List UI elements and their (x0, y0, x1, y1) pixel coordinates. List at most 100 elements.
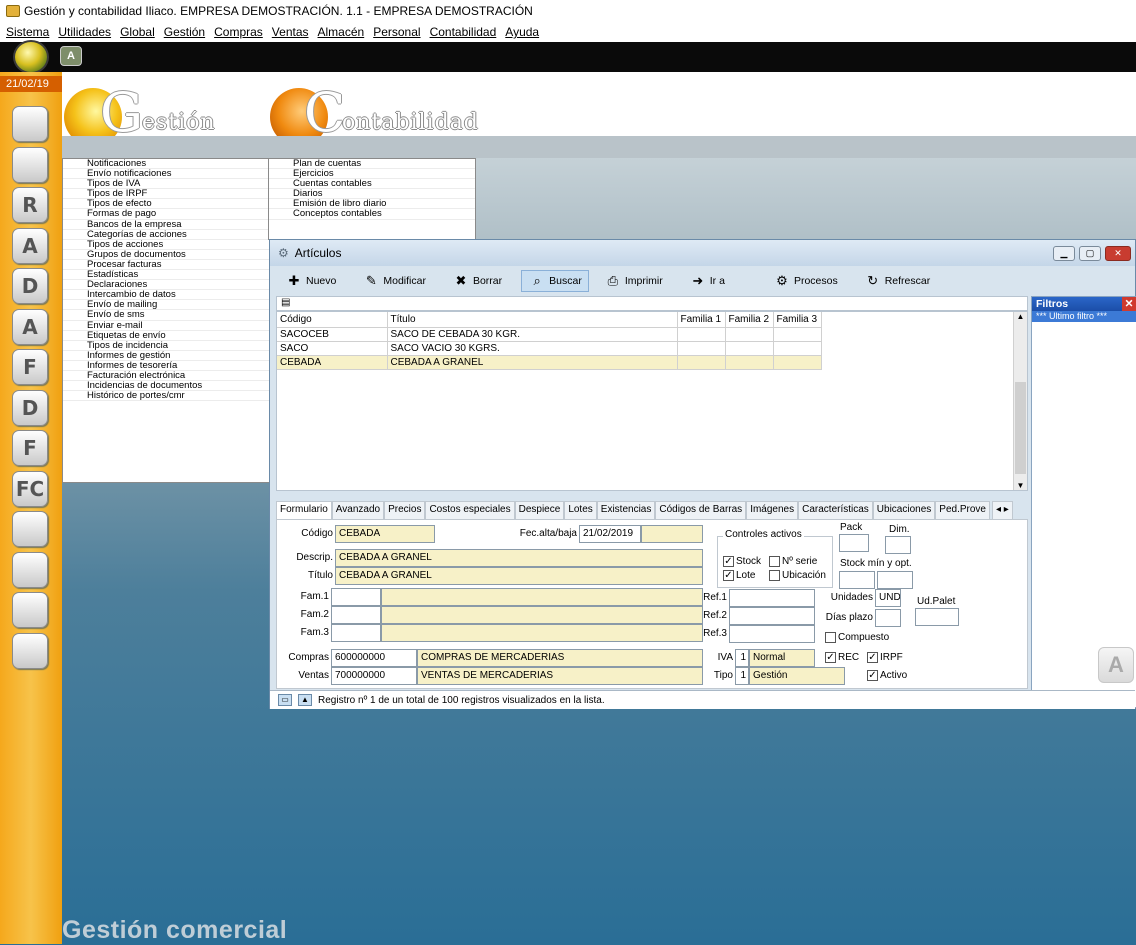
gestion-menu-item[interactable]: Envío notificaciones (63, 169, 269, 180)
doc-d-icon[interactable]: D (12, 268, 48, 304)
ref1-field[interactable] (729, 589, 815, 607)
table-row[interactable]: CEBADA CEBADA A GRANEL (277, 355, 822, 370)
descrip-field[interactable]: CEBADA A GRANEL (335, 549, 703, 567)
tabs-scroll-arrows[interactable]: ◂ ▸ (991, 501, 1013, 519)
ref2-field[interactable] (729, 607, 815, 625)
filtros-last-filter-item[interactable]: *** Ultimo filtro *** (1032, 311, 1136, 322)
quick-access-icon[interactable]: A (60, 46, 82, 66)
close-button[interactable]: ✕ (1105, 246, 1131, 261)
fam2-desc-field[interactable] (381, 606, 703, 624)
minimize-button[interactable]: ▁ (1053, 246, 1075, 261)
grid-header-2[interactable]: Familia 1 (677, 312, 726, 328)
gestion-menu-item[interactable]: Notificaciones (63, 159, 269, 170)
pack-field[interactable] (839, 534, 869, 552)
tab-ped-prove[interactable]: Ped.Prove (935, 501, 990, 519)
home-ball-icon[interactable] (13, 40, 49, 74)
tab-caracteristicas[interactable]: Características (798, 501, 873, 519)
titulo-field[interactable]: CEBADA A GRANEL (335, 567, 703, 585)
gestion-menu-item[interactable]: Informes de gestión (63, 351, 269, 361)
buscar-button[interactable]: ⌕ Buscar (521, 270, 589, 292)
lote-checkbox[interactable]: ✓ Lote (723, 570, 755, 581)
nuevo-button[interactable]: ✚ Nuevo (278, 270, 343, 292)
filtros-close-icon[interactable]: ✕ (1122, 297, 1136, 311)
fam2-code-field[interactable] (331, 606, 381, 624)
gestion-menu-item[interactable]: Tipos de acciones (63, 240, 269, 250)
ventas-cta-field[interactable]: 700000000 (331, 667, 417, 685)
fam1-code-field[interactable] (331, 588, 381, 606)
gestion-menu-item[interactable]: Etiquetas de envío (63, 331, 269, 341)
gestion-menu-item[interactable]: Declaraciones (63, 280, 269, 291)
grid-header-0[interactable]: Código (277, 312, 388, 328)
doc-f-icon[interactable]: F (12, 349, 48, 385)
gestion-menu-item[interactable]: Intercambio de datos (63, 290, 269, 301)
rec-checkbox[interactable]: ✓ REC (825, 652, 859, 663)
gestion-menu-item[interactable]: Enviar e-mail (63, 321, 269, 331)
grid-vertical-scrollbar[interactable]: ▲ ▼ (1013, 312, 1027, 490)
gestion-menu-item[interactable]: Tipos de incidencia (63, 341, 269, 351)
nserie-checkbox[interactable]: Nº serie (769, 556, 817, 567)
menu-contabilidad[interactable]: Contabilidad (430, 25, 497, 39)
imprimir-button[interactable]: ⎙ Imprimir (597, 270, 670, 292)
doc-fc-icon[interactable]: FC (12, 470, 48, 507)
contabilidad-menu-item[interactable]: Cuentas contables (269, 179, 475, 190)
iva-code-field[interactable]: 1 (735, 649, 749, 667)
menu-sistema[interactable]: Sistema (6, 25, 49, 39)
tab-precios[interactable]: Precios (384, 501, 426, 519)
doc-a-icon[interactable]: A (12, 308, 48, 345)
mail-icon[interactable] (12, 632, 48, 669)
menu-global[interactable]: Global (120, 25, 155, 39)
fam3-desc-field[interactable] (381, 624, 703, 642)
menu-personal[interactable]: Personal (373, 25, 420, 39)
fam1-desc-field[interactable] (381, 588, 703, 606)
menu-compras[interactable]: Compras (214, 25, 263, 39)
gestion-menu-item[interactable]: Bancos de la empresa (63, 220, 269, 230)
tab-imagenes[interactable]: Imágenes (746, 501, 799, 519)
stock-checkbox[interactable]: ✓ Stock (723, 556, 761, 567)
menu-ayuda[interactable]: Ayuda (505, 25, 539, 39)
ir-a-button[interactable]: ➜ Ir a (682, 270, 732, 292)
gestion-menu-item[interactable]: Tipos de IRPF (63, 189, 269, 200)
menu-almacen[interactable]: Almacén (318, 25, 365, 39)
fec-alta-field[interactable]: 21/02/2019 (579, 525, 641, 543)
gestion-menu-item[interactable]: Grupos de documentos (63, 250, 269, 260)
fec-baja-field[interactable] (641, 525, 703, 543)
user-a-icon[interactable]: A (12, 227, 48, 264)
codigo-field[interactable]: CEBADA (335, 525, 435, 543)
activo-checkbox[interactable]: ✓ Activo (867, 670, 907, 681)
users-icon[interactable] (12, 106, 48, 142)
compras-desc-field[interactable]: COMPRAS DE MERCADERIAS (417, 649, 703, 667)
gestion-menu-item[interactable]: Incidencias de documentos (63, 381, 269, 392)
grid-filter-row[interactable]: ▤ (276, 296, 1028, 311)
ubicacion-checkbox[interactable]: Ubicación (769, 570, 826, 581)
contabilidad-menu-item[interactable]: Emisión de libro diario (269, 199, 475, 210)
tab-avanzado[interactable]: Avanzado (331, 501, 385, 519)
doc-d2-icon[interactable]: D (12, 389, 48, 426)
tab-ubicaciones[interactable]: Ubicaciones (872, 501, 936, 519)
table-row[interactable]: SACO SACO VACIO 30 KGRS. (277, 341, 822, 356)
gestion-menu-item[interactable]: Facturación electrónica (63, 371, 269, 382)
modificar-button[interactable]: ✎ Modificar (355, 270, 433, 292)
tab-existencias[interactable]: Existencias (596, 501, 656, 519)
tab-despiece[interactable]: Despiece (514, 501, 565, 519)
iva-desc-field[interactable]: Normal (749, 649, 815, 667)
menu-ventas[interactable]: Ventas (272, 25, 309, 39)
gestion-menu-item[interactable]: Tipos de efecto (63, 199, 269, 210)
scroll-down-icon[interactable]: ▼ (1014, 481, 1027, 490)
tab-lotes[interactable]: Lotes (564, 501, 597, 519)
unidades-field[interactable]: UND (875, 589, 901, 607)
grid-header-1[interactable]: Título (387, 312, 678, 328)
tab-formulario[interactable]: Formulario (276, 501, 332, 519)
table-row[interactable]: SACOCEB SACO DE CEBADA 30 KGR. (277, 327, 822, 342)
menu-utilidades[interactable]: Utilidades (58, 25, 111, 39)
bag-icon[interactable] (12, 511, 48, 547)
procesos-button[interactable]: ⚙ Procesos (766, 270, 845, 292)
compras-cta-field[interactable]: 600000000 (331, 649, 417, 667)
tab-costos-especiales[interactable]: Costos especiales (425, 501, 515, 519)
gestion-menu-item[interactable]: Envío de mailing (63, 300, 269, 311)
stock-opt-field[interactable] (877, 571, 913, 589)
contabilidad-menu-item[interactable]: Plan de cuentas (269, 159, 475, 170)
status-record-icon[interactable]: ▭ (278, 694, 292, 706)
gestion-menu-item[interactable]: Procesar facturas (63, 260, 269, 271)
user-icon[interactable] (12, 146, 48, 183)
gestion-menu-item[interactable]: Tipos de IVA (63, 179, 269, 190)
